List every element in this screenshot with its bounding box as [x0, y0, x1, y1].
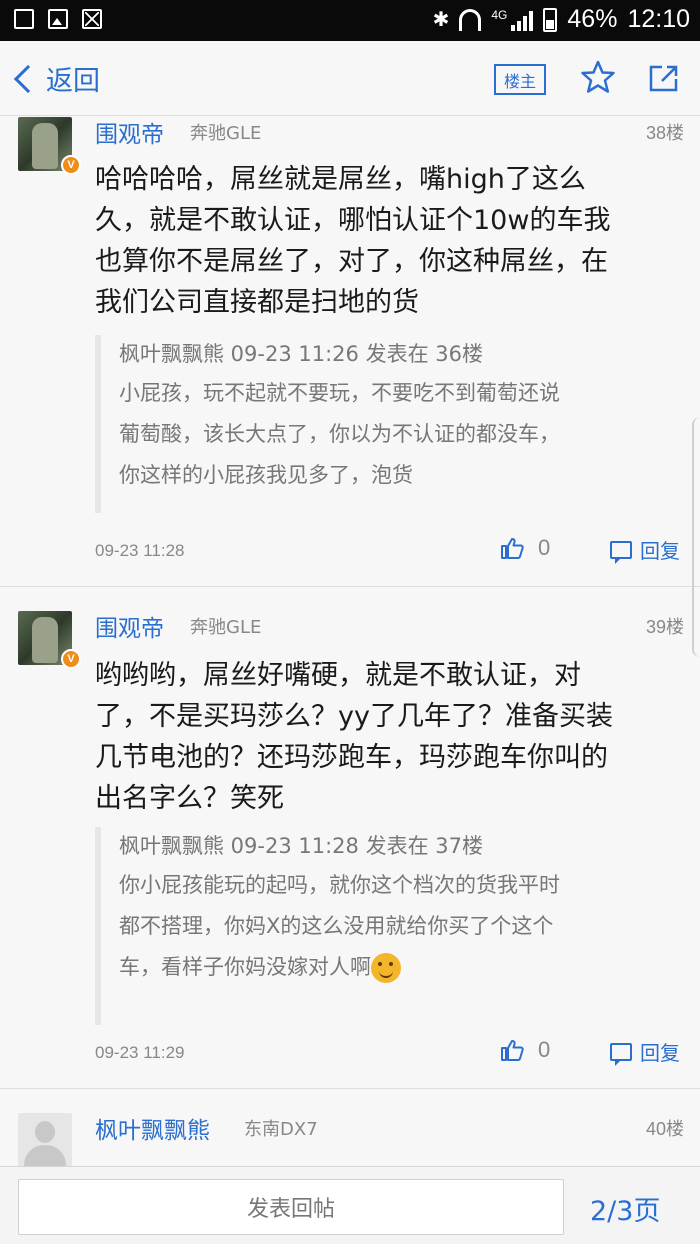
comment-line: 久，就是不敢认证，哪怕认证个10w的车我: [95, 205, 611, 236]
gallery-notification-icon: [14, 9, 34, 29]
like-count: 0: [538, 1037, 551, 1062]
share-icon[interactable]: [648, 63, 680, 93]
quoted-comment[interactable]: 枫叶飘飘熊 09-23 11:26 发表在 36楼 小屁孩，玩不起就不要玩，不要…: [95, 335, 675, 513]
reply-button[interactable]: 回复: [610, 535, 680, 564]
username[interactable]: 枫叶飘飘熊: [95, 1111, 210, 1145]
like-count: 0: [538, 535, 551, 560]
comment-text: 哈哈哈哈，屌丝就是屌丝，嘴high了这么 久，就是不敢认证，哪怕认证个10w的车…: [95, 159, 685, 323]
quote-meta: 枫叶飘飘熊 09-23 11:28 发表在 37楼: [119, 834, 483, 858]
car-model: 奔驰GLE: [190, 123, 262, 144]
verified-badge-icon: V: [61, 649, 81, 669]
notification-icons: [14, 9, 102, 29]
battery-icon: [543, 7, 558, 32]
comment-line: 我们公司直接都是扫地的货: [95, 287, 419, 318]
reply-label: 回复: [640, 539, 680, 563]
bottom-bar: 发表回帖 2/3页: [0, 1166, 700, 1244]
back-label: 返回: [46, 66, 100, 97]
post-time: 09-23 11:28: [95, 541, 185, 560]
comment-line: 哟哟哟，屌丝好嘴硬，就是不敢认证，对: [95, 660, 581, 691]
thinking-emoji-icon: [371, 953, 401, 983]
back-button[interactable]: 返回: [12, 59, 100, 98]
quote-meta: 枫叶飘飘熊 09-23 11:26 发表在 36楼: [119, 342, 483, 366]
quote-line: 葡萄酸，该长大点了，你以为不认证的都没车，: [119, 422, 560, 446]
scrollbar[interactable]: [692, 417, 700, 657]
mail-notification-icon: [82, 9, 102, 29]
battery-percent: 46%: [567, 5, 618, 33]
floor-number: 40楼: [645, 1119, 684, 1139]
verified-badge-icon: V: [61, 155, 81, 175]
network-type: 4G: [491, 7, 508, 22]
comment-list[interactable]: V 围观帝 奔驰GLE 38楼 哈哈哈哈，屌丝就是屌丝，嘴high了这么 久，就…: [0, 117, 700, 1167]
comment-line: 几节电池的？还玛莎跑车，玛莎跑车你叫的: [95, 742, 608, 773]
comment-line: 哈哈哈哈，屌丝就是屌丝，嘴high了这么: [95, 164, 586, 195]
comment-text: 哟哟哟，屌丝好嘴硬，就是不敢认证，对 了，不是买玛莎么？yy了几年了？准备买装 …: [95, 655, 685, 819]
like-button[interactable]: 0: [500, 1037, 550, 1063]
floor-number: 39楼: [645, 617, 684, 637]
post-time: 09-23 11:29: [95, 1043, 185, 1062]
clock: 12:10: [627, 5, 690, 33]
status-bar: ✱ 4G 46% 12:10: [0, 0, 700, 41]
comment-item: V 围观帝 奔驰GLE 39楼 哟哟哟，屌丝好嘴硬，就是不敢认证，对 了，不是买…: [0, 587, 700, 1089]
username[interactable]: 围观帝: [95, 609, 164, 643]
comment-line: 也算你不是屌丝了，对了，你这种屌丝，在: [95, 246, 608, 277]
comment-item: 枫叶飘飘熊 东南DX7 40楼: [0, 1089, 700, 1167]
like-button[interactable]: 0: [500, 535, 550, 561]
reply-button[interactable]: 回复: [610, 1037, 680, 1066]
top-nav-bar: 返回 楼主: [0, 41, 700, 116]
car-model: 奔驰GLE: [190, 617, 262, 638]
default-avatar[interactable]: [18, 1113, 72, 1167]
quote-line: 小屁孩，玩不起就不要玩，不要吃不到葡萄还说: [119, 381, 560, 405]
reply-input[interactable]: 发表回帖: [18, 1179, 564, 1235]
comment-bubble-icon: [610, 540, 632, 564]
reply-label: 回复: [640, 1041, 680, 1065]
quote-line: 你这样的小屁孩我见多了，泡货: [119, 463, 413, 487]
thumbs-up-icon: [501, 538, 524, 559]
page-indicator[interactable]: 2/3页: [590, 1189, 660, 1228]
chevron-left-icon: [13, 64, 43, 93]
comment-line: 了，不是买玛莎么？yy了几年了？准备买装: [95, 701, 613, 732]
username[interactable]: 围观帝: [95, 117, 164, 149]
car-model: 东南DX7: [244, 1119, 318, 1140]
comment-line: 出名字么？笑死: [95, 783, 284, 814]
comment-item: V 围观帝 奔驰GLE 38楼 哈哈哈哈，屌丝就是屌丝，嘴high了这么 久，就…: [0, 117, 700, 587]
bluetooth-icon: ✱: [432, 9, 450, 31]
op-only-filter-button[interactable]: 楼主: [494, 64, 546, 95]
quote-line: 都不搭理，你妈X的这么没用就给你买了个这个: [119, 914, 554, 938]
favorite-star-icon[interactable]: [580, 59, 616, 95]
quote-line: 你小屁孩能玩的起吗，就你这个档次的货我平时: [119, 873, 560, 897]
quoted-comment[interactable]: 枫叶飘飘熊 09-23 11:28 发表在 37楼 你小屁孩能玩的起吗，就你这个…: [95, 827, 675, 1025]
wifi-icon: [459, 8, 482, 31]
image-notification-icon: [48, 9, 68, 29]
comment-bubble-icon: [610, 1042, 632, 1066]
floor-number: 38楼: [645, 123, 684, 143]
signal-icon: [511, 9, 534, 31]
thumbs-up-icon: [501, 1040, 524, 1061]
quote-line-with-emoji: 车，看样子你妈没嫁对人啊: [119, 947, 675, 988]
quote-line: 车，看样子你妈没嫁对人啊: [119, 955, 371, 979]
